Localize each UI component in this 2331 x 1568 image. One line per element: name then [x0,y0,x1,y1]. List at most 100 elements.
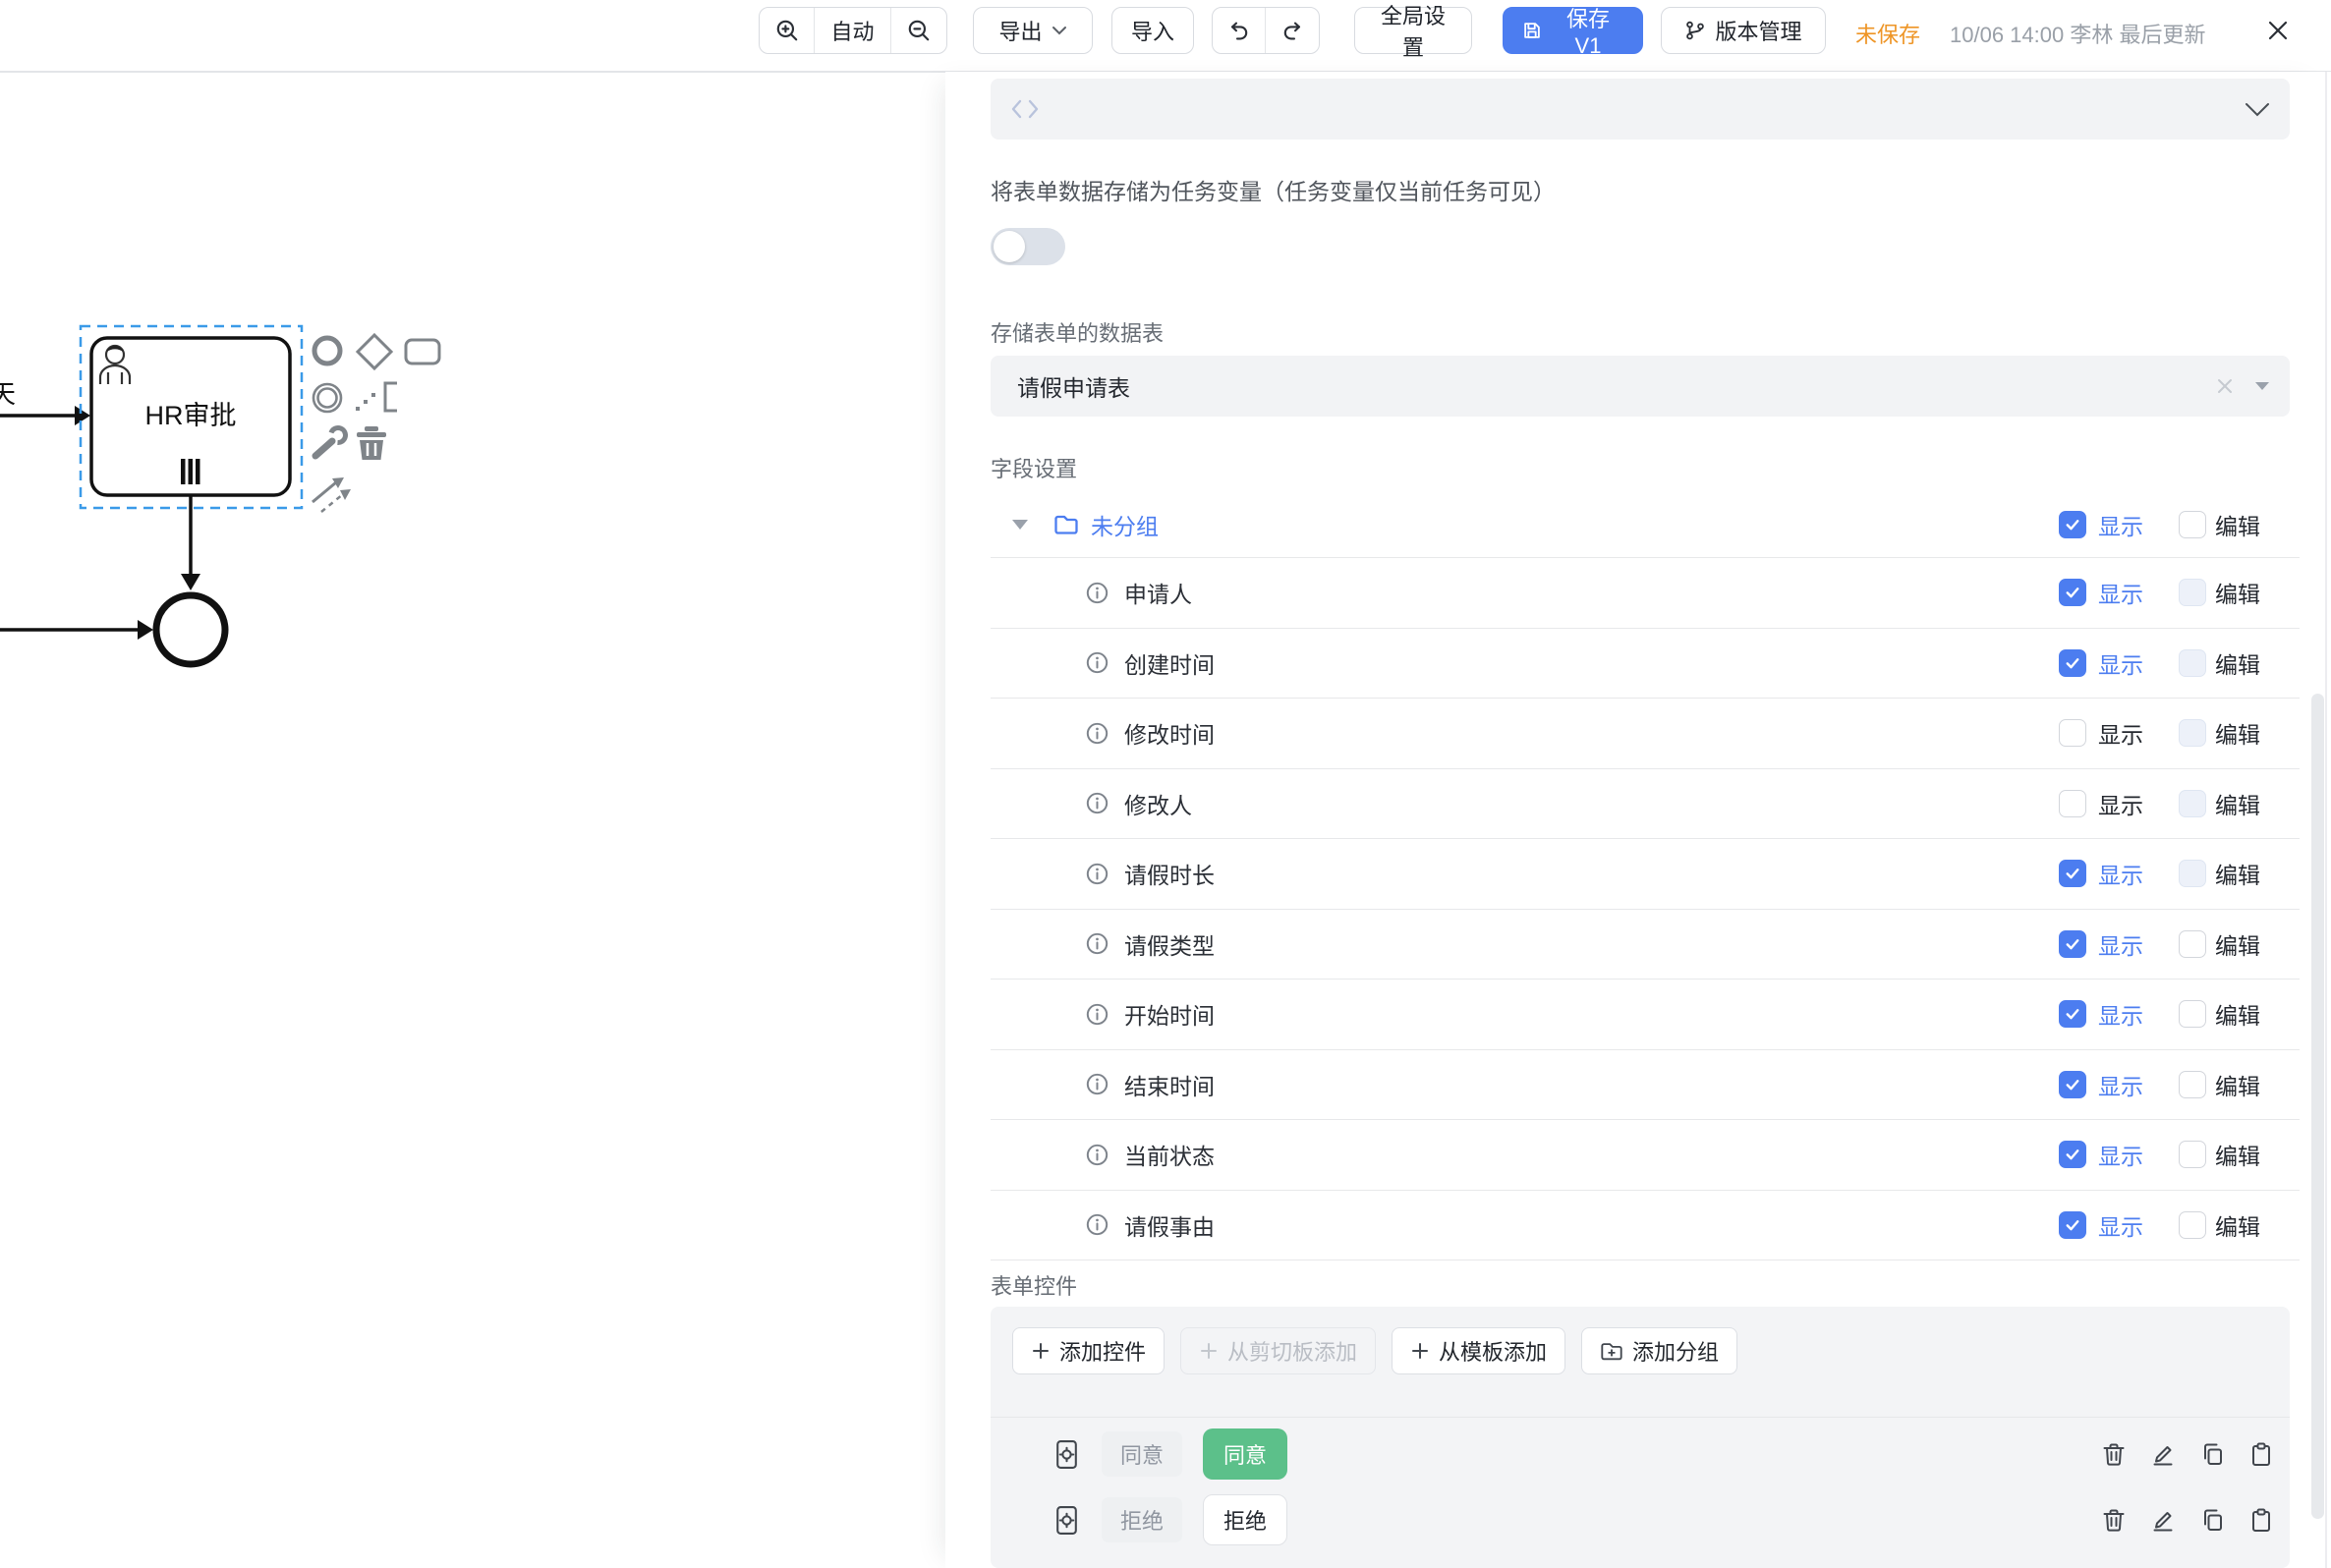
global-settings-button[interactable]: 全局设置 [1354,7,1472,54]
global-settings-label: 全局设置 [1373,0,1453,62]
delete-icon[interactable] [2101,1507,2127,1533]
control-actions [2101,1492,2274,1547]
show-checkbox[interactable] [2059,719,2086,747]
copy-icon[interactable] [2199,1441,2225,1467]
sequence-flow-in[interactable] [0,406,90,425]
text-annotation-icon[interactable] [356,383,397,411]
scrollbar-thumb[interactable] [2311,694,2324,1519]
edit-checkbox[interactable] [2179,719,2206,747]
edit-checkbox[interactable] [2179,860,2206,887]
version-label: 版本管理 [1715,15,1801,46]
edit-label: 编辑 [2215,1208,2260,1242]
field-row: 修改人 显示 编辑 [991,769,2300,840]
edit-label: 编辑 [2215,997,2260,1031]
last-updated-text: 10/06 14:00 李林 最后更新 [1950,18,2205,49]
add-button[interactable]: 从剪切板添加 [1180,1327,1376,1374]
show-label: 显示 [2098,927,2143,961]
edit-icon[interactable] [2150,1507,2176,1533]
multi-instance-marker [181,459,200,484]
import-button[interactable]: 导入 [1111,7,1194,54]
group-edit-checkbox[interactable] [2179,511,2206,538]
group-show-checkbox[interactable] [2059,511,2086,538]
append-intermediate-event-icon[interactable] [313,384,341,412]
add-button[interactable]: 从模板添加 [1392,1327,1565,1374]
paste-icon[interactable] [2248,1441,2274,1467]
collapse-chevron-icon[interactable] [2245,102,2270,117]
zoom-out-button[interactable] [891,8,946,53]
edit-checkbox[interactable] [2179,1141,2206,1168]
control-preview-button[interactable]: 同意 [1203,1428,1287,1480]
show-checkbox[interactable] [2059,649,2086,677]
group-name[interactable]: 未分组 [1091,508,1159,541]
edit-label: 编辑 [2215,927,2260,961]
edit-checkbox[interactable] [2179,1211,2206,1239]
field-row: 请假事由 显示 编辑 [991,1191,2300,1261]
zoom-in-button[interactable] [760,8,815,53]
show-label: 显示 [2098,646,2143,680]
copy-icon[interactable] [2199,1507,2225,1533]
show-checkbox[interactable] [2059,1000,2086,1028]
edit-checkbox[interactable] [2179,1000,2206,1028]
add-button[interactable]: 添加分组 [1581,1327,1737,1374]
delete-icon[interactable] [2101,1441,2127,1467]
edit-label: 编辑 [2215,1138,2260,1171]
show-label: 显示 [2098,716,2143,750]
undo-button[interactable] [1213,8,1266,53]
form-control-doc-icon [1053,1439,1080,1470]
show-checkbox[interactable] [2059,579,2086,606]
version-management-button[interactable]: 版本管理 [1661,7,1826,54]
edit-checkbox[interactable] [2179,579,2206,606]
collapse-triangle-icon[interactable] [1012,520,1028,530]
redo-button[interactable] [1266,8,1319,53]
append-task-icon[interactable] [406,340,439,364]
edit-icon[interactable] [2150,1441,2176,1467]
add-button-label: 添加控件 [1059,1335,1146,1367]
control-preview-button[interactable]: 拒绝 [1203,1494,1287,1545]
append-end-event-icon[interactable] [314,338,340,364]
undo-redo-group [1212,7,1320,54]
edit-checkbox[interactable] [2179,790,2206,817]
export-label: 导出 [998,15,1042,46]
show-checkbox[interactable] [2059,1071,2086,1098]
show-label: 显示 [2098,1138,2143,1171]
plus-icon [1199,1341,1219,1361]
task-variable-toggle[interactable] [991,228,1065,265]
edit-checkbox[interactable] [2179,1071,2206,1098]
paste-icon[interactable] [2248,1507,2274,1533]
trash-icon[interactable] [357,426,386,460]
zoom-auto-button[interactable]: 自动 [815,8,891,53]
sequence-flow-in-2[interactable] [0,620,153,640]
show-checkbox[interactable] [2059,930,2086,958]
show-checkbox[interactable] [2059,790,2086,817]
datasheet-select[interactable]: 请假申请表 [991,356,2290,417]
show-checkbox[interactable] [2059,1141,2086,1168]
sequence-flow-out[interactable] [181,496,200,590]
clear-icon[interactable] [2215,376,2235,396]
close-icon[interactable] [2264,17,2292,44]
control-row: 拒绝 拒绝 [991,1492,2290,1547]
edit-label: 编辑 [2215,1068,2260,1101]
show-checkbox[interactable] [2059,1211,2086,1239]
code-section-collapsed[interactable] [991,79,2290,140]
plus-icon [1031,1341,1051,1361]
info-icon [1085,791,1109,815]
append-gateway-icon[interactable] [358,335,391,368]
svg-text:天: 天 [0,379,16,409]
field-label: 当前状态 [1124,1138,1215,1171]
field-row: 结束时间 显示 编辑 [991,1050,2300,1121]
add-button-label: 从模板添加 [1439,1335,1547,1367]
save-label: 保存 V1 [1552,2,1624,59]
add-button[interactable]: 添加控件 [1012,1327,1165,1374]
end-event-node[interactable] [156,595,225,664]
bpmn-canvas[interactable]: 天 HR审批 [0,314,462,688]
export-button[interactable]: 导出 [973,7,1093,54]
show-checkbox[interactable] [2059,860,2086,887]
connect-icon[interactable] [313,477,351,512]
task-node-hr-approval[interactable]: HR审批 [91,338,290,495]
wrench-icon[interactable] [315,425,348,456]
edit-checkbox[interactable] [2179,930,2206,958]
field-row: 修改时间 显示 编辑 [991,699,2300,769]
edit-checkbox[interactable] [2179,649,2206,677]
save-button[interactable]: 保存 V1 [1503,7,1643,54]
group-show-label: 显示 [2098,508,2143,541]
